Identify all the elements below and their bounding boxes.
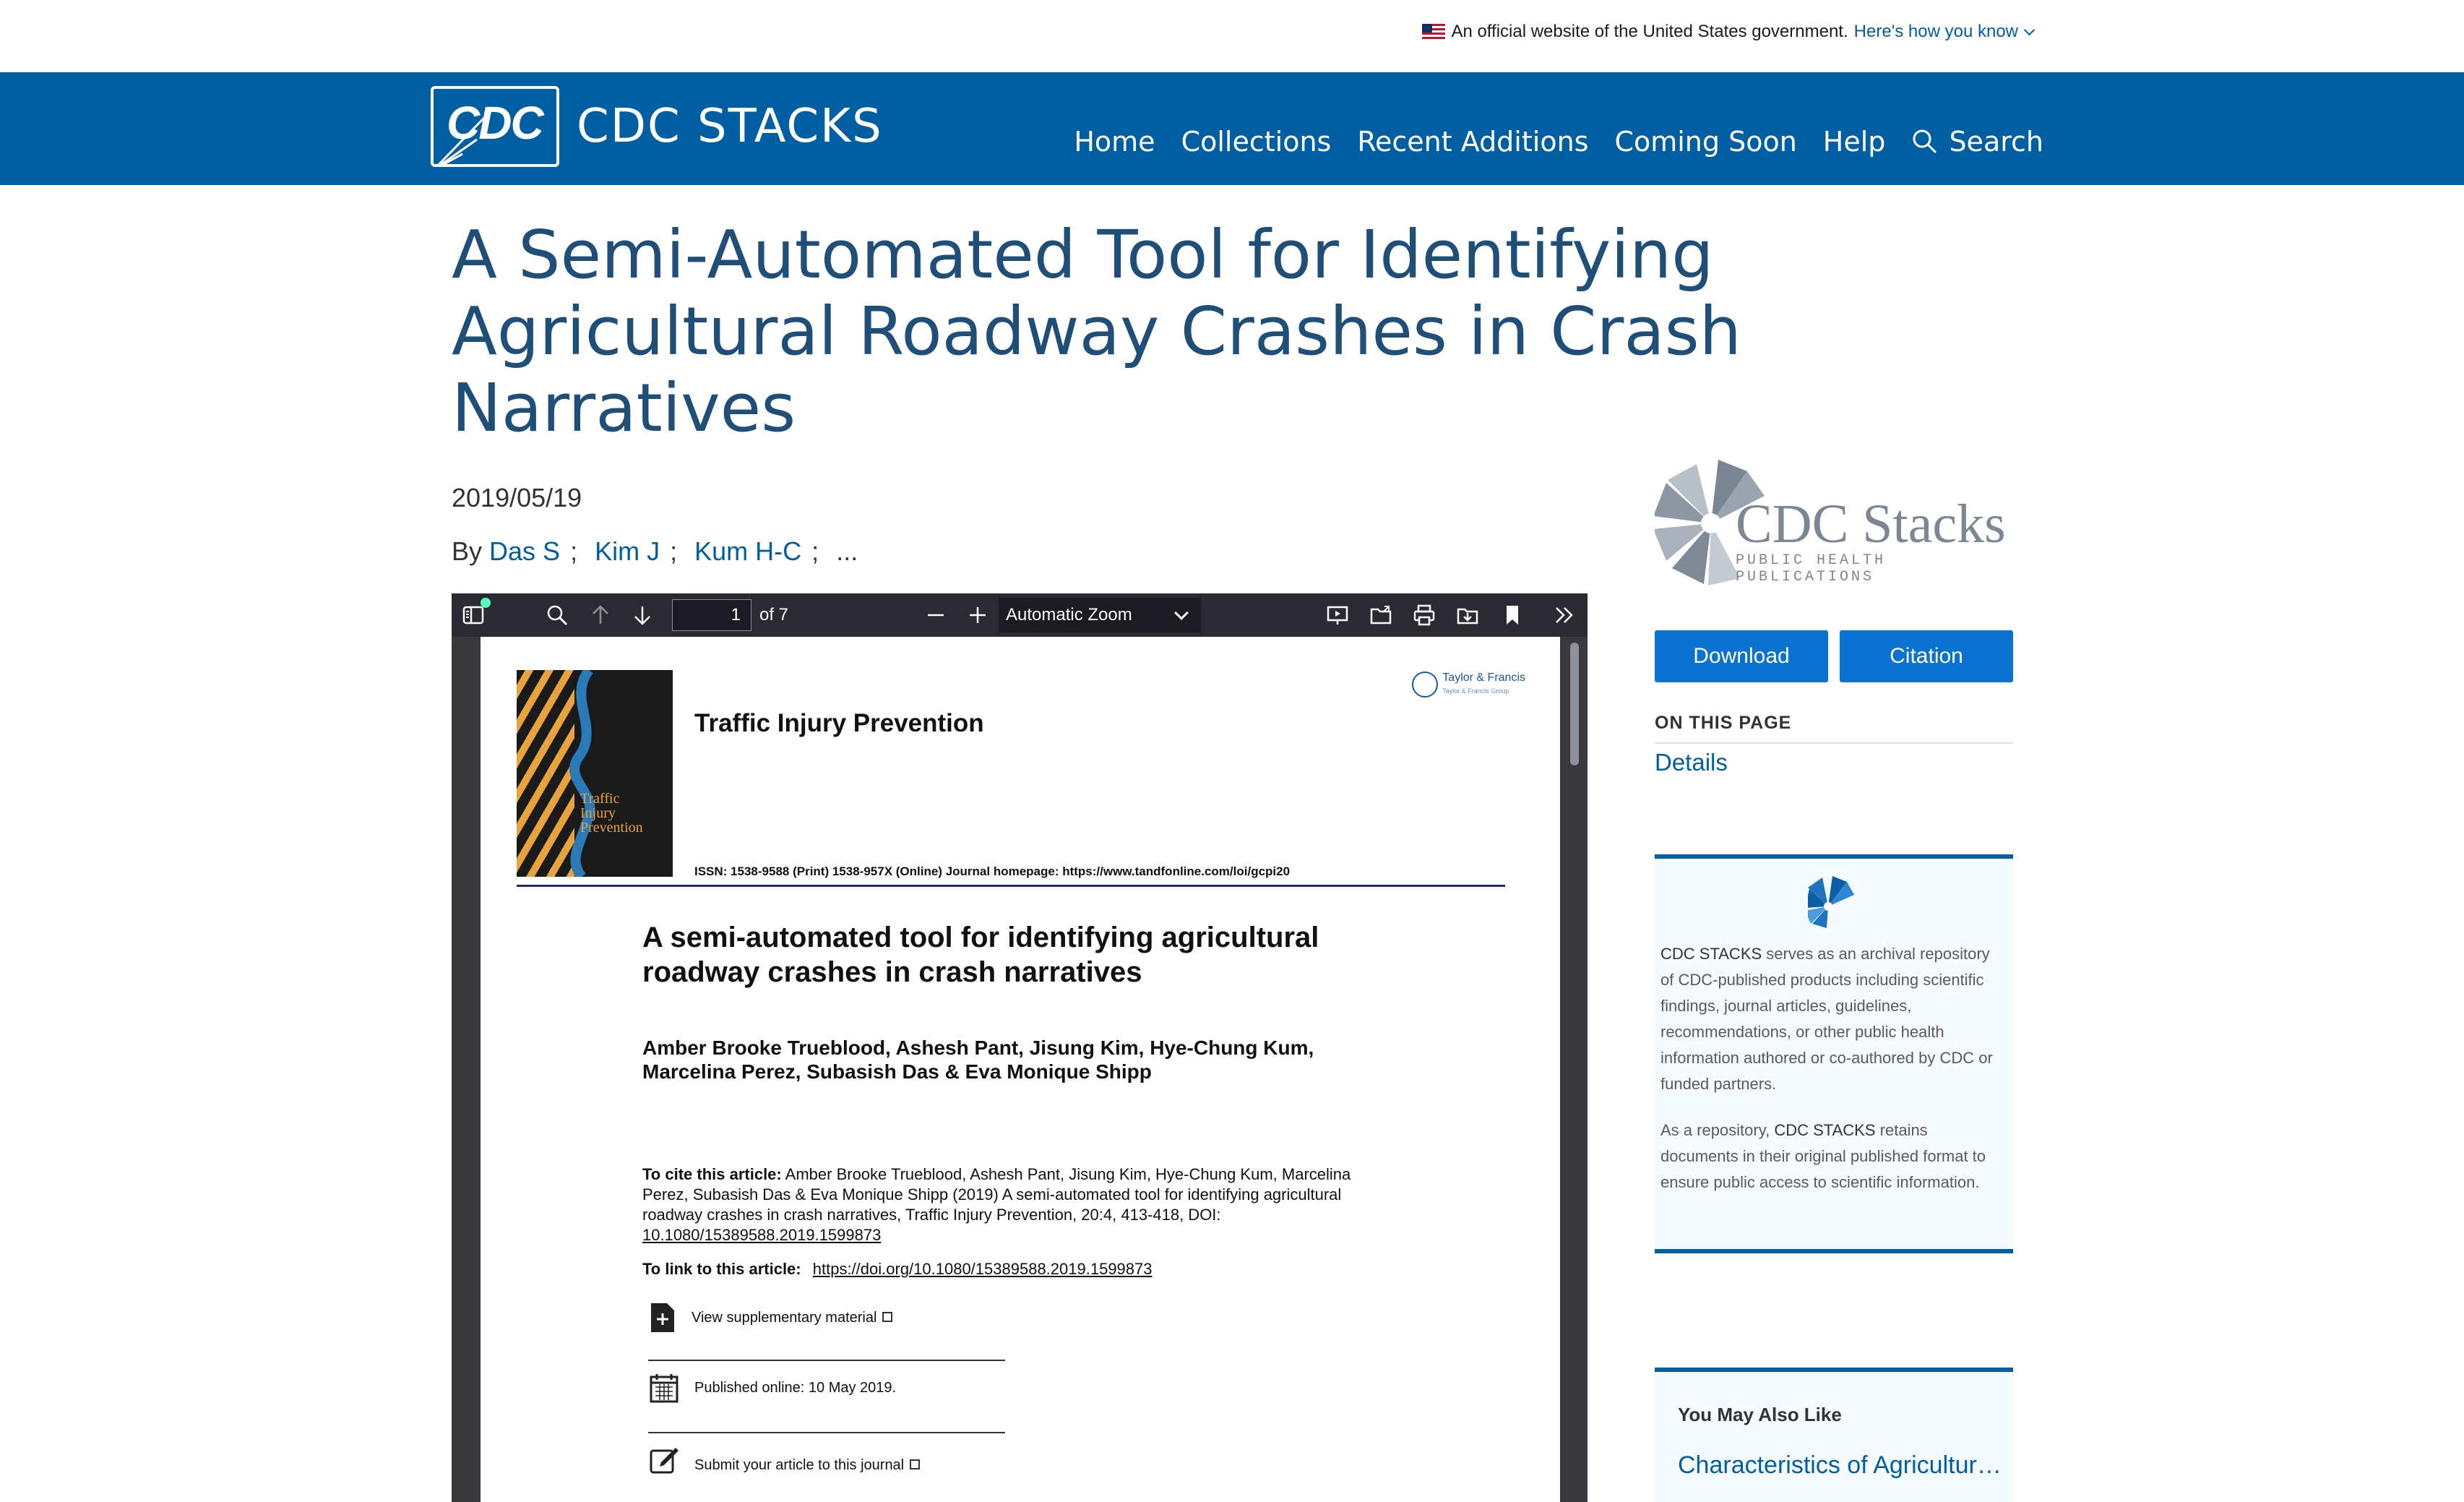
site-header: CDC CDC STACKS Home Collections Recent A… — [0, 72, 2464, 185]
sidebar-toggle-icon[interactable] — [462, 604, 485, 627]
publisher-logo: Taylor & Francis Taylor & Francis Group — [1412, 671, 1525, 698]
divider — [648, 1432, 1005, 1433]
more-authors[interactable]: ... — [836, 536, 858, 566]
header-rule — [517, 885, 1505, 887]
previous-page-icon[interactable] — [589, 604, 612, 627]
nav-recent-additions[interactable]: Recent Additions — [1357, 126, 1588, 158]
calendar-icon — [650, 1374, 679, 1403]
nav-coming-soon[interactable]: Coming Soon — [1614, 126, 1796, 158]
author-link[interactable]: Das S — [489, 536, 560, 566]
more-tools-icon[interactable] — [1553, 604, 1576, 627]
search-icon — [1913, 129, 1937, 154]
details-link[interactable]: Details — [1655, 749, 1728, 776]
publication-date: 2019/05/19 — [452, 483, 582, 512]
pdf-toolbar: 1 of 7 Automatic Zoom — [452, 593, 1588, 637]
related-article-link[interactable]: Characteristics of Agricultural Roadway … — [1678, 1451, 2003, 1480]
logo-text: CDC — [447, 97, 544, 149]
site-title[interactable]: CDC STACKS — [577, 100, 883, 153]
zoom-out-icon[interactable] — [924, 604, 947, 627]
citation-button[interactable]: Citation — [1840, 630, 2013, 682]
open-file-icon[interactable] — [1369, 604, 1392, 627]
author-link[interactable]: Kum H-C — [694, 536, 801, 566]
stacks-pinwheel-icon — [1808, 876, 1854, 928]
page-title: A Semi-Automated Tool for Identifying Ag… — [452, 216, 1741, 447]
zoom-select[interactable]: Automatic Zoom — [999, 598, 1201, 632]
zoom-in-icon[interactable] — [966, 604, 989, 627]
chevron-down-icon[interactable] — [2023, 24, 2036, 35]
stacks-brand: CDC STACKS — [1660, 945, 1762, 963]
zoom-value: Automatic Zoom — [1006, 605, 1132, 625]
chevron-down-icon — [1174, 606, 1189, 620]
publisher-circle-icon — [1412, 671, 1439, 698]
download-button[interactable]: Download — [1655, 630, 1828, 682]
link-label: To link to this article: — [642, 1260, 801, 1278]
pdf-page: Traffic Injury Prevention Traffic Injury… — [481, 637, 1560, 1502]
cdc-stacks-logo: CDC Stacks PUBLIC HEALTH PUBLICATIONS — [1653, 458, 2016, 588]
save-icon[interactable] — [1456, 604, 1479, 627]
supplementary-text: View supplementary material — [692, 1309, 877, 1326]
find-icon[interactable] — [546, 604, 569, 627]
stacks-logo-subtitle: PUBLIC HEALTH PUBLICATIONS — [1736, 552, 1887, 585]
article-title: A semi-automated tool for identifying ag… — [642, 922, 1319, 988]
about-stacks-box: CDC STACKS serves as an archival reposit… — [1655, 854, 2013, 1253]
on-this-page-heading: ON THIS PAGE — [1655, 713, 2013, 744]
link-block: To link to this article: https://doi.org… — [642, 1260, 1153, 1279]
nav-collections[interactable]: Collections — [1181, 126, 1332, 158]
article-authors: Amber Brooke Trueblood, Ashesh Pant, Jis… — [642, 1037, 1314, 1083]
notification-dot — [481, 598, 491, 608]
also-like-heading: You May Also Like — [1678, 1404, 1842, 1425]
edit-icon — [650, 1448, 679, 1474]
cover-title: Traffic Injury Prevention — [580, 791, 643, 836]
nav-search[interactable]: Search — [1911, 126, 2043, 158]
citation-block: To cite this article: Amber Brooke Trueb… — [642, 1164, 1394, 1245]
submit-row[interactable]: Submit your article to this journal — [650, 1445, 921, 1474]
cdc-logo[interactable]: CDC — [431, 86, 559, 167]
page-number-input[interactable]: 1 — [672, 599, 751, 631]
viewer-scrollbar[interactable] — [1570, 643, 1579, 765]
print-icon[interactable] — [1413, 604, 1436, 627]
heres-how-you-know-link[interactable]: Here's how you know — [1854, 22, 2018, 42]
stacks-logo-title: CDC Stacks — [1736, 494, 2006, 554]
publisher-sub: Taylor & Francis Group — [1442, 687, 1509, 695]
author-link[interactable]: Kim J — [595, 536, 660, 566]
cite-doi-link[interactable]: 10.1080/15389588.2019.1599873 — [642, 1226, 881, 1244]
journal-cover-image: Traffic Injury Prevention — [517, 670, 673, 877]
page-count: of 7 — [759, 605, 789, 625]
you-may-also-like-box: You May Also Like Characteristics of Agr… — [1655, 1368, 2013, 1502]
external-link-icon — [910, 1459, 921, 1469]
pdf-viewer[interactable]: 1 of 7 Automatic Zoom Traffic Injury Pre… — [452, 593, 1588, 1502]
next-page-icon[interactable] — [631, 604, 654, 627]
nav-home[interactable]: Home — [1074, 126, 1155, 158]
by-label: By — [452, 536, 483, 566]
main-nav: Home Collections Recent Additions Coming… — [1074, 126, 2043, 158]
search-label: Search — [1949, 126, 2043, 158]
cite-label: To cite this article: — [642, 1165, 782, 1183]
gov-banner-content: An official website of the United States… — [1422, 22, 2036, 42]
published-date: Published online: 10 May 2019. — [694, 1379, 897, 1396]
gov-banner-text: An official website of the United States… — [1451, 22, 1848, 41]
external-link-icon — [882, 1311, 893, 1322]
byline: By Das S; Kim J; Kum H-C; ... — [452, 536, 858, 566]
journal-name: Traffic Injury Prevention — [694, 709, 984, 737]
stacks-brand: CDC STACKS — [1774, 1121, 1876, 1139]
published-row: Published online: 10 May 2019. — [650, 1373, 896, 1403]
doi-link[interactable]: https://doi.org/10.1080/15389588.2019.15… — [813, 1260, 1153, 1278]
about-paragraph-1: CDC STACKS serves as an archival reposit… — [1660, 945, 1993, 1093]
about-paragraph-2: As a repository, CDC STACKS retains docu… — [1660, 1121, 1986, 1191]
add-file-icon — [651, 1303, 674, 1332]
bookmark-icon[interactable] — [1501, 604, 1524, 627]
supplementary-row[interactable]: View supplementary material — [650, 1302, 893, 1334]
submit-text: Submit your article to this journal — [694, 1456, 905, 1473]
issn-line: ISSN: 1538-9588 (Print) 1538-957X (Onlin… — [694, 864, 1291, 878]
divider — [648, 1360, 1005, 1361]
nav-help[interactable]: Help — [1823, 126, 1886, 158]
gov-banner: An official website of the United States… — [0, 0, 2464, 72]
publisher-name: Taylor & Francis — [1442, 671, 1525, 684]
us-flag-icon — [1422, 24, 1446, 40]
presentation-mode-icon[interactable] — [1326, 604, 1349, 627]
